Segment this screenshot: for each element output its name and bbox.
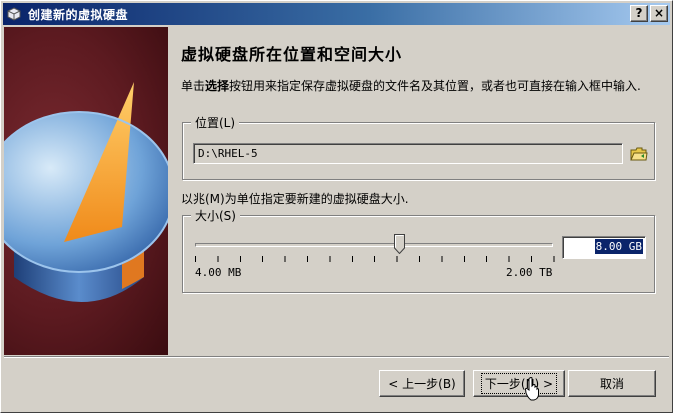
next-button-label: 下一步(N) > [480,373,558,394]
wizard-side-image [4,27,168,355]
size-input[interactable]: 8.00 GB [562,236,646,259]
next-button[interactable]: 下一步(N) > [473,370,565,397]
description-suffix: 按钮用来指定保存虚拟硬盘的文件名及其位置，或者也可直接在输入框中输入. [229,79,641,93]
folder-browse-icon[interactable] [629,144,649,164]
size-group: 大小(S) 4.00 MB 2.00 TB 8.00 GB [182,207,655,293]
description-bold: 选择 [205,79,230,93]
location-legend: 位置(L) [191,114,240,131]
close-button[interactable]: × [650,5,668,22]
mouse-cursor-icon [524,377,539,401]
size-input-value: 8.00 GB [594,239,643,254]
cancel-button[interactable]: 取消 [568,370,656,397]
title-bar: 创建新的虚拟硬盘 ? × [3,3,670,25]
help-button[interactable]: ? [630,5,648,22]
size-slider-thumb[interactable] [394,234,405,255]
location-group: 位置(L) D:\RHEL-5 [182,114,655,180]
size-description: 以兆(M)为单位指定要新建的虚拟硬盘大小. [181,192,409,206]
slider-max-label: 2.00 TB [506,266,553,279]
dialog-window: 创建新的虚拟硬盘 ? × 虚拟硬盘所在位置和空间大小 单击选择按钮用来指定保存虚… [0,0,673,413]
virtualbox-icon [6,6,22,22]
slider-min-label: 4.00 MB [195,266,242,279]
back-button[interactable]: < 上一步(B) [379,370,465,397]
wizard-content: 虚拟硬盘所在位置和空间大小 单击选择按钮用来指定保存虚拟硬盘的文件名及其位置，或… [169,27,669,355]
size-legend: 大小(S) [191,207,240,224]
location-input[interactable]: D:\RHEL-5 [193,143,623,164]
button-divider [4,356,669,358]
window-title: 创建新的虚拟硬盘 [28,7,129,22]
size-slider-track[interactable] [195,243,553,247]
description-prefix: 单击 [181,79,206,93]
page-title: 虚拟硬盘所在位置和空间大小 [181,45,403,64]
page-description: 单击选择按钮用来指定保存虚拟硬盘的文件名及其位置，或者也可直接在输入框中输入. [181,78,663,95]
size-slider-ticks [195,256,555,262]
